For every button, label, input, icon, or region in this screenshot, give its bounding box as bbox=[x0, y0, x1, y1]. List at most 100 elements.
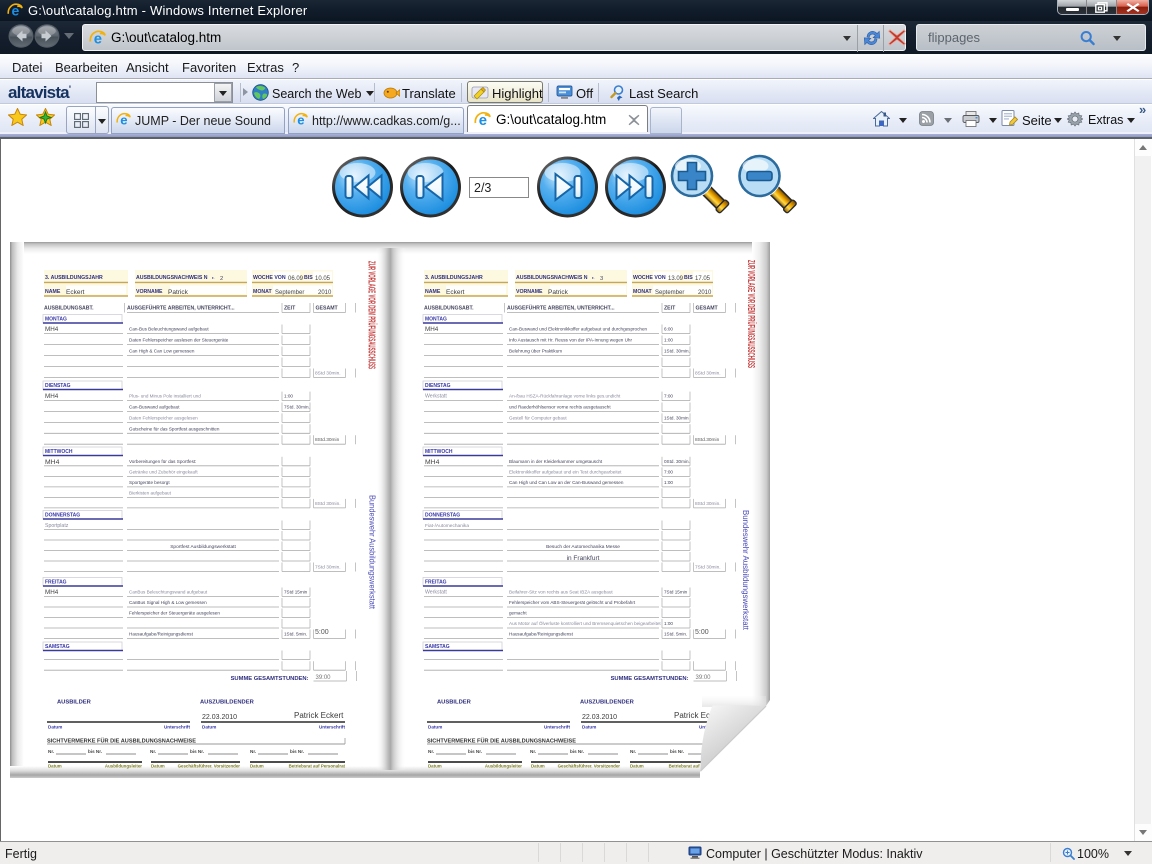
svg-text:MITTWOCH: MITTWOCH bbox=[425, 449, 453, 455]
svg-text:SAMSTAG: SAMSTAG bbox=[45, 644, 70, 650]
svg-text:gemacht: gemacht bbox=[509, 611, 527, 616]
svg-text:Datum: Datum bbox=[531, 764, 545, 769]
svg-text:Datum: Datum bbox=[48, 725, 62, 730]
svg-text:8Std 30min.: 8Std 30min. bbox=[315, 501, 341, 507]
svg-text:SUMME GESAMTSTUNDEN:: SUMME GESAMTSTUNDEN: bbox=[611, 676, 689, 682]
svg-text:MH4: MH4 bbox=[425, 326, 439, 333]
svg-text:3. AUSBILDUNGSJAHR: 3. AUSBILDUNGSJAHR bbox=[425, 275, 483, 281]
svg-text:5:00: 5:00 bbox=[695, 629, 709, 636]
svg-text:Fehlerspeicher vom ABS-Steuerg: Fehlerspeicher vom ABS-Steuergerät gelös… bbox=[509, 600, 636, 605]
svg-text:CanBus Signal High & Low gemes: CanBus Signal High & Low gemessen bbox=[129, 600, 207, 605]
svg-text:Can-Buswand und Elektronikkoff: Can-Buswand und Elektronikkoffer aufgeba… bbox=[509, 327, 648, 332]
svg-text:Getränke und Zubehör eingekauf: Getränke und Zubehör eingekauft bbox=[129, 469, 198, 474]
svg-text:SICHTVERMERKE FÜR DIE AUSBILDU: SICHTVERMERKE FÜR DIE AUSBILDUNGSNACHWEI… bbox=[427, 738, 576, 745]
svg-text:DIENSTAG: DIENSTAG bbox=[425, 383, 451, 389]
svg-text:Nr.: Nr. bbox=[250, 749, 256, 754]
svg-text:7:00: 7:00 bbox=[664, 394, 673, 399]
svg-text:Daten Fehlerspeicher auslesen: Daten Fehlerspeicher auslesen der Steuer… bbox=[129, 338, 229, 343]
svg-text:1:00: 1:00 bbox=[664, 480, 673, 485]
svg-text:Patrick Eckert: Patrick Eckert bbox=[294, 711, 344, 720]
svg-text:SAMSTAG: SAMSTAG bbox=[425, 644, 450, 650]
svg-text:WOCHE VON: WOCHE VON bbox=[633, 275, 666, 281]
svg-text:DONNERSTAG: DONNERSTAG bbox=[425, 513, 460, 519]
svg-text:7:00: 7:00 bbox=[664, 469, 673, 474]
svg-text:VORNAME: VORNAME bbox=[516, 289, 543, 295]
svg-text:0Std. 30min.: 0Std. 30min. bbox=[664, 459, 690, 464]
svg-text:Betriebsrat auf Personalrat: Betriebsrat auf Personalrat bbox=[669, 764, 726, 769]
svg-text:bis Nr.: bis Nr. bbox=[670, 749, 684, 754]
svg-text:ZEIT: ZEIT bbox=[284, 306, 296, 312]
svg-text:Blaumann in der Kleiderkammer: Blaumann in der Kleiderkammer umgetausch… bbox=[509, 459, 603, 464]
svg-text:Nr.: Nr. bbox=[150, 749, 156, 754]
svg-text:3. AUSBILDUNGSJAHR: 3. AUSBILDUNGSJAHR bbox=[45, 275, 103, 281]
svg-text:bis Nr.: bis Nr. bbox=[468, 749, 482, 754]
svg-text:DONNERSTAG: DONNERSTAG bbox=[45, 513, 80, 519]
svg-text:8Std 30min.: 8Std 30min. bbox=[695, 501, 721, 507]
svg-text:8Std 30min.: 8Std 30min. bbox=[695, 371, 721, 377]
svg-text:1:00: 1:00 bbox=[284, 394, 293, 399]
svg-text:NAME: NAME bbox=[45, 289, 61, 295]
svg-text:Daten Fehlerspeicher ausgelese: Daten Fehlerspeicher ausgelesen bbox=[129, 415, 198, 420]
svg-text:Datum: Datum bbox=[48, 764, 62, 769]
svg-text:7Std 30min.: 7Std 30min. bbox=[315, 565, 341, 571]
svg-text:Nr.: Nr. bbox=[530, 749, 536, 754]
svg-text:7Std 15min: 7Std 15min bbox=[664, 590, 688, 595]
svg-text:Sportfest Ausbildungswerkstatt: Sportfest Ausbildungswerkstatt bbox=[170, 544, 236, 550]
svg-text:VORNAME: VORNAME bbox=[136, 289, 163, 295]
svg-text:ZUR VORLAGE VOR DEM PRÜFUNGSAU: ZUR VORLAGE VOR DEM PRÜFUNGSAUSSCHUSS bbox=[366, 261, 379, 369]
svg-text:Unterschrift: Unterschrift bbox=[544, 725, 571, 730]
svg-text:MH4: MH4 bbox=[425, 459, 440, 466]
svg-text:September: September bbox=[275, 290, 304, 296]
svg-text:Aus Motor auf Ölverluste kontr: Aus Motor auf Ölverluste kontrolliert un… bbox=[509, 620, 661, 626]
svg-text:SICHTVERMERKE FÜR DIE AUSBILDU: SICHTVERMERKE FÜR DIE AUSBILDUNGSNACHWEI… bbox=[47, 738, 196, 745]
svg-text:6:00: 6:00 bbox=[664, 327, 673, 332]
svg-text:Datum: Datum bbox=[202, 725, 216, 730]
svg-text:NAME: NAME bbox=[425, 289, 441, 295]
svg-text:AUSBILDUNGSABT.: AUSBILDUNGSABT. bbox=[44, 306, 94, 312]
svg-text:DIENSTAG: DIENSTAG bbox=[45, 383, 71, 389]
svg-text:SUMME GESAMTSTUNDEN:: SUMME GESAMTSTUNDEN: bbox=[231, 676, 309, 682]
svg-text:2010: 2010 bbox=[318, 290, 332, 296]
svg-text:3: 3 bbox=[600, 276, 603, 282]
svg-text:8Std.30min: 8Std.30min bbox=[315, 437, 340, 443]
svg-text:Hausaufgabe/Reinigungsdienst: Hausaufgabe/Reinigungsdienst bbox=[129, 632, 194, 637]
svg-text:Geschäftsführer. Vorsitzender: Geschäftsführer. Vorsitzender bbox=[558, 764, 621, 769]
svg-text:Can-Buswand aufgebaut: Can-Buswand aufgebaut bbox=[129, 405, 180, 410]
svg-text:Datum: Datum bbox=[428, 725, 442, 730]
svg-text:Can-Bus Beleuchtungswand aufge: Can-Bus Beleuchtungswand aufgebaut bbox=[129, 327, 209, 332]
svg-text:7Std 15min: 7Std 15min bbox=[284, 590, 308, 595]
svg-text:Bundeswehr Ausbildungswerkstat: Bundeswehr Ausbildungswerkstatt bbox=[368, 495, 377, 610]
svg-text:1Std. 5min.: 1Std. 5min. bbox=[284, 632, 307, 637]
svg-text:Werkstatt: Werkstatt bbox=[425, 394, 447, 400]
svg-text:Datum: Datum bbox=[582, 725, 596, 730]
svg-text:AUSZUBILDENDER: AUSZUBILDENDER bbox=[200, 700, 255, 706]
svg-text:BIS: BIS bbox=[684, 275, 693, 281]
svg-text:MITTWOCH: MITTWOCH bbox=[45, 449, 73, 455]
svg-text:Fehlerspeicher der Steuergerät: Fehlerspeicher der Steuergeräte ausgeles… bbox=[129, 611, 220, 616]
svg-text:bis Nr.: bis Nr. bbox=[88, 749, 102, 754]
svg-text:und Raederhöhlsensor vorne rec: und Raederhöhlsensor vorne rechts ausget… bbox=[509, 405, 611, 410]
svg-text:22.03.2010: 22.03.2010 bbox=[582, 714, 617, 721]
svg-text:Unterschrift: Unterschrift bbox=[164, 725, 191, 730]
svg-text:FREITAG: FREITAG bbox=[425, 580, 447, 586]
svg-text:06.09: 06.09 bbox=[288, 276, 304, 282]
svg-text:Unterschrift: Unterschrift bbox=[319, 725, 346, 730]
svg-text:MONAT: MONAT bbox=[633, 289, 652, 295]
svg-text:Nr.: Nr. bbox=[48, 749, 54, 754]
svg-text:MONTAG: MONTAG bbox=[425, 317, 447, 323]
svg-text:Bundeswehr Ausbildungswerkstat: Bundeswehr Ausbildungswerkstatt bbox=[741, 510, 750, 631]
svg-text:AUSBILDUNGSNACHWEIS N: AUSBILDUNGSNACHWEIS N bbox=[516, 275, 588, 281]
svg-text:AUSGEFÜHRTE ARBEITEN, UNTERRIC: AUSGEFÜHRTE ARBEITEN, UNTERRICHT... bbox=[507, 305, 615, 312]
svg-text:39:00: 39:00 bbox=[696, 675, 712, 681]
svg-text:Datum: Datum bbox=[428, 764, 442, 769]
svg-text:AUSBILDER: AUSBILDER bbox=[57, 700, 92, 706]
svg-text:Bierkisten aufgebaut: Bierkisten aufgebaut bbox=[129, 490, 172, 495]
svg-text:GESAMT: GESAMT bbox=[316, 306, 339, 312]
svg-text:1Std. 5min.: 1Std. 5min. bbox=[664, 632, 687, 637]
svg-text:Belehrung über Praktikum: Belehrung über Praktikum bbox=[509, 349, 562, 354]
svg-text:Gestell für Computer gebaut: Gestell für Computer gebaut bbox=[509, 415, 567, 420]
svg-text:Patrick: Patrick bbox=[168, 289, 189, 296]
svg-text:CanBus Beleuchtungswand aufgeb: CanBus Beleuchtungswand aufgebaut bbox=[129, 590, 208, 595]
svg-text:Can High & Can Low gemessen: Can High & Can Low gemessen bbox=[129, 349, 195, 354]
svg-text:Nr.: Nr. bbox=[630, 749, 636, 754]
